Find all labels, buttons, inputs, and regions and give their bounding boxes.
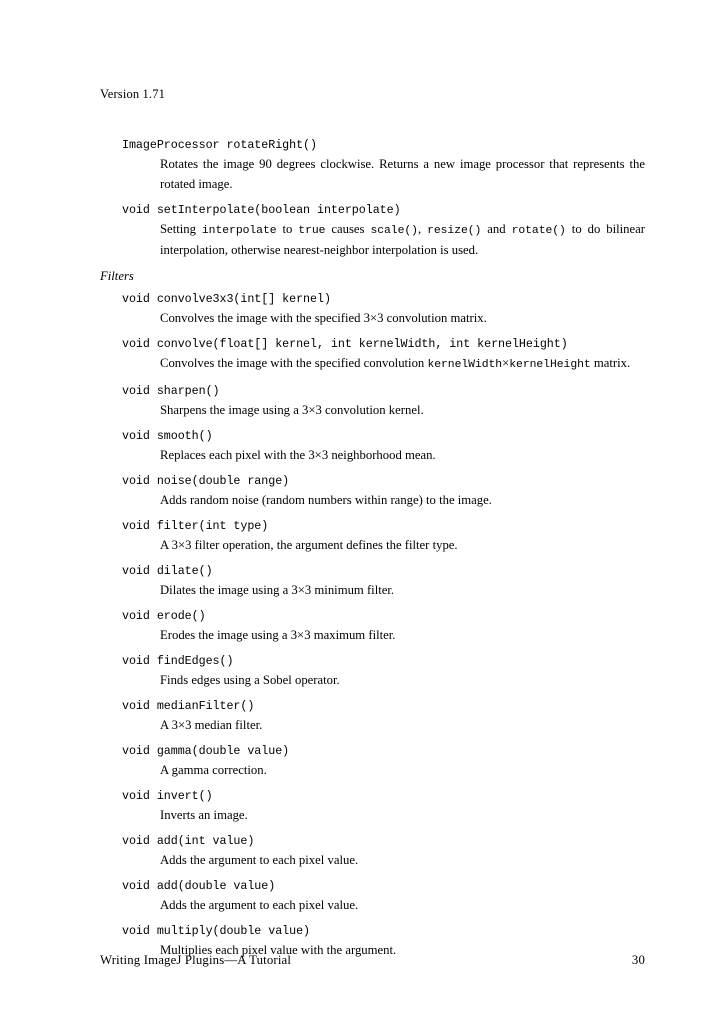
method-description: A 3×3 median filter.: [160, 717, 263, 732]
method-entry: ImageProcessor rotateRight() Rotates the …: [100, 136, 645, 194]
method-description: Convolves the image with the specified c…: [160, 355, 631, 371]
method-description: Replaces each pixel with the 3×3 neighbo…: [160, 447, 436, 462]
method-description: A 3×3 filter operation, the argument def…: [160, 537, 458, 552]
inline-code: rotate(): [511, 224, 566, 237]
method-description: A gamma correction.: [160, 762, 267, 777]
footer-page-number: 30: [631, 953, 645, 967]
document-page: Version 1.71 ImageProcessor rotateRight(…: [0, 0, 728, 1030]
method-entry: void add(int value) Adds the argument to …: [100, 832, 645, 871]
section-heading: Filters: [100, 269, 134, 283]
inline-code: kernelHeight: [509, 358, 591, 371]
running-header-version: Version 1.71: [100, 87, 165, 101]
method-entry: void add(double value) Adds the argument …: [100, 877, 645, 916]
method-entry: void filter(int type) A 3×3 filter operat…: [100, 517, 645, 556]
method-description: Finds edges using a Sobel operator.: [160, 672, 340, 687]
method-entry: void sharpen() Sharpens the image using a…: [100, 382, 645, 421]
method-signature: void erode(): [122, 608, 206, 623]
page-footer: Writing ImageJ Plugins—A Tutorial 30: [100, 953, 645, 968]
method-description: Adds the argument to each pixel value.: [160, 852, 359, 867]
method-description: Erodes the image using a 3×3 maximum fil…: [160, 627, 396, 642]
footer-title: Writing ImageJ Plugins—A Tutorial: [100, 953, 292, 967]
method-entry: void smooth() Replaces each pixel with th…: [100, 427, 645, 466]
method-description: Setting interpolate to true causes scale…: [160, 221, 645, 258]
method-entry: void convolve3x3(int[] kernel) Convolves …: [100, 290, 645, 329]
method-signature: void convolve(float[] kernel, int kernel…: [122, 336, 568, 351]
method-signature: void add(int value): [122, 833, 255, 848]
method-description: Dilates the image using a 3×3 minimum fi…: [160, 582, 395, 597]
method-description: Rotates the image 90 degrees clockwise. …: [160, 157, 645, 191]
method-description: Adds the argument to each pixel value.: [160, 897, 359, 912]
method-description: Adds random noise (random numbers within…: [160, 492, 492, 507]
method-signature: void invert(): [122, 788, 213, 803]
method-entry: void findEdges() Finds edges using a Sobe…: [100, 652, 645, 691]
method-signature: void add(double value): [122, 878, 276, 893]
method-signature: void findEdges(): [122, 653, 234, 668]
method-signature: void setInterpolate(boolean interpolate): [122, 202, 401, 217]
method-entry: void medianFilter() A 3×3 median filter.: [100, 697, 645, 736]
method-description: Sharpens the image using a 3×3 convoluti…: [160, 402, 424, 417]
method-signature: void gamma(double value): [122, 743, 290, 758]
inline-code: kernelWidth: [427, 358, 503, 371]
method-entry: void erode() Erodes the image using a 3×3…: [100, 607, 645, 646]
method-entry: void invert() Inverts an image.: [100, 787, 645, 826]
method-description: Convolves the image with the specified 3…: [160, 310, 487, 325]
method-signature: void medianFilter(): [122, 698, 255, 713]
method-signature: void convolve3x3(int[] kernel): [122, 291, 331, 306]
method-entry: void setInterpolate(boolean interpolate)…: [100, 201, 645, 261]
method-signature: void dilate(): [122, 563, 213, 578]
method-signature: void smooth(): [122, 428, 213, 443]
inline-code: resize(): [427, 224, 482, 237]
method-signature: void sharpen(): [122, 383, 220, 398]
method-signature: void noise(double range): [122, 473, 290, 488]
method-signature: void filter(int type): [122, 518, 269, 533]
method-entry: void gamma(double value) A gamma correcti…: [100, 742, 645, 781]
inline-code: true: [298, 224, 326, 237]
method-entry: void noise(double range) Adds random nois…: [100, 472, 645, 511]
method-signature: void multiply(double value): [122, 923, 311, 938]
method-description: Inverts an image.: [160, 807, 248, 822]
method-signature: ImageProcessor rotateRight(): [122, 138, 317, 152]
inline-code: scale(): [370, 224, 418, 237]
api-reference-body: ImageProcessor rotateRight() Rotates the …: [100, 136, 645, 967]
inline-code: interpolate: [201, 224, 277, 237]
method-entry: void convolve(float[] kernel, int kernel…: [100, 335, 645, 376]
method-entry: void dilate() Dilates the image using a 3…: [100, 562, 645, 601]
